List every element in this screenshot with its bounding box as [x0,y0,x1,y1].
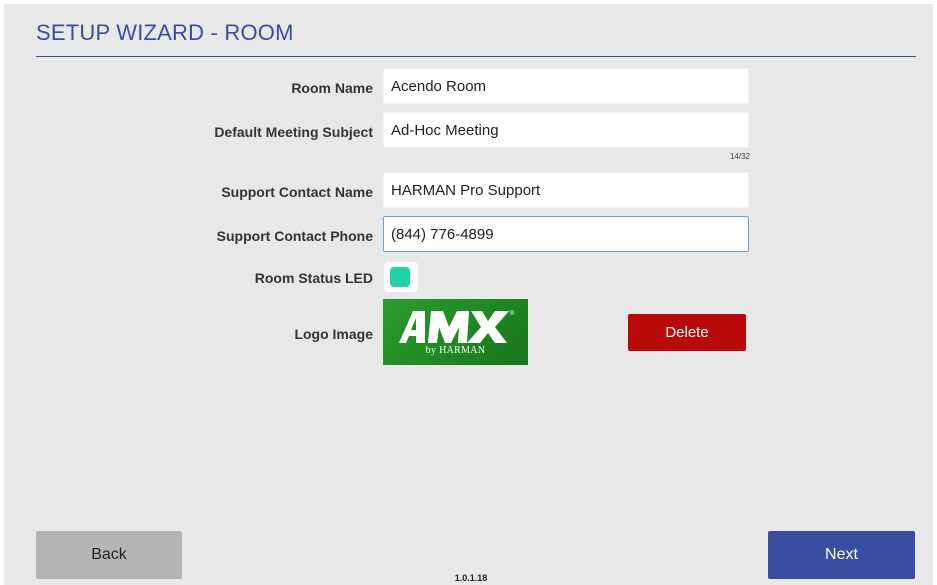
meeting-subject-label: Default Meeting Subject [214,124,373,140]
room-name-input[interactable] [383,68,749,104]
room-status-led-label: Room Status LED [254,270,373,286]
led-color-swatch [390,267,410,287]
support-contact-phone-label: Support Contact Phone [216,228,373,244]
meeting-subject-input[interactable] [383,112,749,148]
logo-subtext: by HARMAN [425,345,486,356]
support-contact-name-label: Support Contact Name [221,184,373,200]
delete-logo-button[interactable]: Delete [628,314,746,351]
page-title: SETUP WIZARD - ROOM [36,20,294,45]
logo-image-label: Logo Image [294,326,373,342]
room-status-led-picker[interactable] [384,262,418,292]
meeting-subject-char-counter: 14/32 [729,152,750,161]
room-name-label: Room Name [291,80,373,96]
svg-text:®: ® [510,310,515,317]
title-divider [36,56,916,57]
amx-logo-image[interactable]: ® by HARMAN [383,299,528,365]
support-contact-name-input[interactable] [383,172,749,208]
back-button[interactable]: Back [36,531,182,579]
version-label: 1.0.1.18 [454,573,488,583]
support-contact-phone-input[interactable] [383,216,749,252]
next-button[interactable]: Next [768,531,915,579]
